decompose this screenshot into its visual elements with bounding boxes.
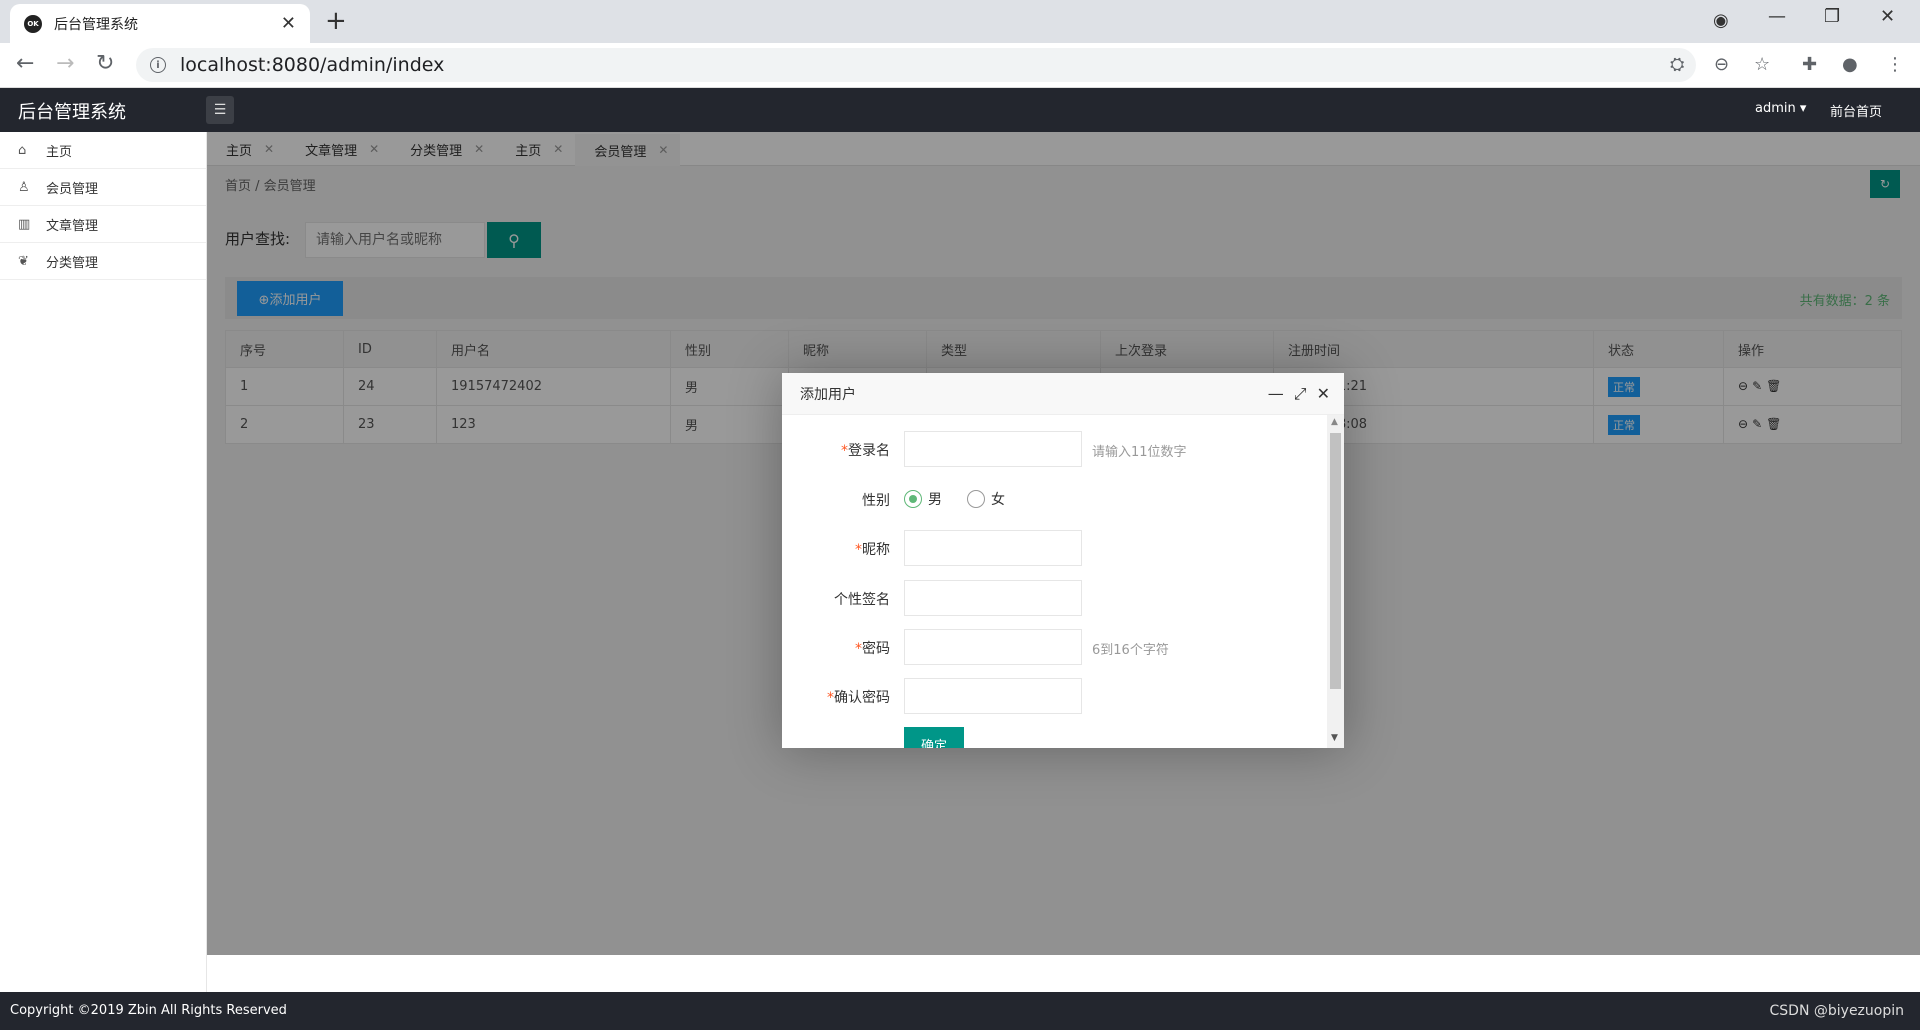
profile-dropdown-icon[interactable]: ◉ bbox=[1713, 10, 1729, 31]
category-icon: ❦ bbox=[18, 253, 29, 269]
close-icon[interactable]: ✕ bbox=[1317, 384, 1330, 404]
form-row-nickname: *昵称 bbox=[782, 530, 1327, 566]
field-label: 性别 bbox=[862, 493, 890, 509]
scroll-thumb[interactable] bbox=[1330, 433, 1341, 689]
sidebar: ⌂ 主页 ♙ 会员管理 ▥ 文章管理 ❦ 分类管理 bbox=[0, 132, 207, 992]
required-mark: * bbox=[841, 443, 848, 459]
reload-icon[interactable]: ↻ bbox=[96, 51, 114, 76]
menu-kebab-icon[interactable]: ⋮ bbox=[1886, 54, 1904, 75]
scroll-up-icon[interactable]: ▲ bbox=[1331, 417, 1338, 427]
menu-toggle-icon[interactable]: ☰ bbox=[206, 96, 234, 124]
sidebar-item-label: 会员管理 bbox=[46, 181, 99, 197]
home-icon: ⌂ bbox=[18, 142, 27, 158]
browser-tab[interactable]: OK 后台管理系统 ✕ bbox=[10, 4, 310, 43]
sidebar-item-label: 分类管理 bbox=[46, 255, 99, 271]
dialog-body: *登录名 请输入11位数字 性别 男 女 *昵称 个性签名 *密码 6到16个字… bbox=[782, 415, 1327, 748]
dialog-controls: — ⤢ ✕ bbox=[1268, 384, 1330, 404]
form-row-gender: 性别 男 女 bbox=[782, 481, 1327, 517]
confirm-password-input[interactable] bbox=[904, 678, 1082, 714]
label-text: 昵称 bbox=[862, 542, 890, 558]
gender-female-radio[interactable]: 女 bbox=[967, 489, 1005, 509]
extensions-icon[interactable]: ✚ bbox=[1802, 54, 1817, 75]
browser-tab-title: 后台管理系统 bbox=[54, 16, 138, 33]
zoom-icon[interactable]: ⊖ bbox=[1714, 54, 1729, 75]
site-info-icon[interactable]: i bbox=[150, 57, 166, 73]
label-text: 确认密码 bbox=[834, 690, 890, 706]
submit-button[interactable]: 确定 bbox=[904, 727, 964, 748]
dialog-title: 添加用户 bbox=[782, 373, 1344, 415]
minimize-icon[interactable]: — bbox=[1268, 384, 1284, 404]
forward-icon[interactable]: → bbox=[56, 51, 74, 76]
restore-icon[interactable]: ❐ bbox=[1824, 6, 1840, 27]
label-text: 登录名 bbox=[848, 443, 890, 459]
form-row-login: *登录名 请输入11位数字 bbox=[782, 431, 1327, 467]
new-tab-icon[interactable]: + bbox=[325, 6, 347, 36]
address-bar: ← → ↻ i localhost:8080/admin/index ⛭ ⊖ ☆… bbox=[0, 43, 1920, 88]
form-row-signature: 个性签名 bbox=[782, 580, 1327, 616]
gender-male-radio[interactable]: 男 bbox=[904, 489, 942, 509]
sidebar-item-categories[interactable]: ❦ 分类管理 bbox=[0, 243, 206, 280]
field-hint: 6到16个字符 bbox=[1092, 643, 1169, 658]
copyright: Copyright ©2019 Zbin All Rights Reserved bbox=[10, 1003, 287, 1018]
field-label: *确认密码 bbox=[782, 687, 890, 707]
url-text: localhost:8080/admin/index bbox=[180, 54, 445, 76]
back-icon[interactable]: ← bbox=[16, 51, 34, 76]
favicon-icon: OK bbox=[24, 14, 42, 33]
field-label: 个性签名 bbox=[834, 592, 890, 608]
dialog-scrollbar[interactable]: ▲ ▼ bbox=[1327, 415, 1344, 748]
sidebar-item-members[interactable]: ♙ 会员管理 bbox=[0, 169, 206, 206]
required-mark: * bbox=[855, 641, 862, 657]
radio-label: 男 bbox=[928, 492, 942, 508]
required-mark: * bbox=[827, 690, 834, 706]
maximize-icon[interactable]: ⤢ bbox=[1294, 384, 1307, 404]
sidebar-item-home[interactable]: ⌂ 主页 bbox=[0, 132, 206, 169]
footer: Copyright ©2019 Zbin All Rights Reserved… bbox=[0, 992, 1920, 1030]
sidebar-item-label: 文章管理 bbox=[46, 218, 99, 234]
password-input[interactable] bbox=[904, 629, 1082, 665]
radio-checked-icon bbox=[904, 490, 922, 508]
scroll-down-icon[interactable]: ▼ bbox=[1331, 733, 1338, 743]
label-text: 密码 bbox=[862, 641, 890, 657]
sidebar-item-label: 主页 bbox=[46, 144, 73, 160]
radio-label: 女 bbox=[991, 492, 1005, 508]
login-name-input[interactable] bbox=[904, 431, 1082, 467]
radio-unchecked-icon bbox=[967, 490, 985, 508]
nickname-input[interactable] bbox=[904, 530, 1082, 566]
app-header: 后台管理系统 ☰ admin ▾ 前台首页 bbox=[0, 88, 1920, 132]
add-user-dialog: 添加用户 — ⤢ ✕ *登录名 请输入11位数字 性别 男 女 *昵称 个性签名… bbox=[782, 373, 1344, 748]
form-row-password: *密码 6到16个字符 bbox=[782, 629, 1327, 665]
book-icon: ▥ bbox=[18, 216, 31, 232]
user-icon: ♙ bbox=[18, 179, 30, 195]
field-hint: 请输入11位数字 bbox=[1092, 445, 1187, 460]
watermark: CSDN @biyezuopin bbox=[1769, 1003, 1904, 1019]
form-row-confirm: *确认密码 bbox=[782, 678, 1327, 714]
close-tab-icon[interactable]: ✕ bbox=[281, 13, 296, 34]
browser-tab-strip: OK 后台管理系统 ✕ + ◉ — ❐ ✕ bbox=[0, 0, 1920, 43]
url-field[interactable]: i localhost:8080/admin/index bbox=[136, 48, 1696, 82]
minimize-icon[interactable]: — bbox=[1768, 6, 1786, 27]
front-page-link[interactable]: 前台首页 bbox=[1830, 101, 1882, 120]
field-label: *登录名 bbox=[782, 440, 890, 460]
app-logo: 后台管理系统 bbox=[18, 102, 126, 123]
translate-icon[interactable]: ⛭ bbox=[1670, 54, 1684, 75]
bookmark-star-icon[interactable]: ☆ bbox=[1754, 54, 1770, 75]
sidebar-item-articles[interactable]: ▥ 文章管理 bbox=[0, 206, 206, 243]
field-label: *昵称 bbox=[782, 539, 890, 559]
user-menu[interactable]: admin ▾ bbox=[1755, 101, 1806, 116]
field-label: *密码 bbox=[782, 638, 890, 658]
close-window-icon[interactable]: ✕ bbox=[1880, 6, 1895, 27]
signature-input[interactable] bbox=[904, 580, 1082, 616]
required-mark: * bbox=[855, 542, 862, 558]
profile-icon[interactable]: ● bbox=[1842, 54, 1858, 75]
